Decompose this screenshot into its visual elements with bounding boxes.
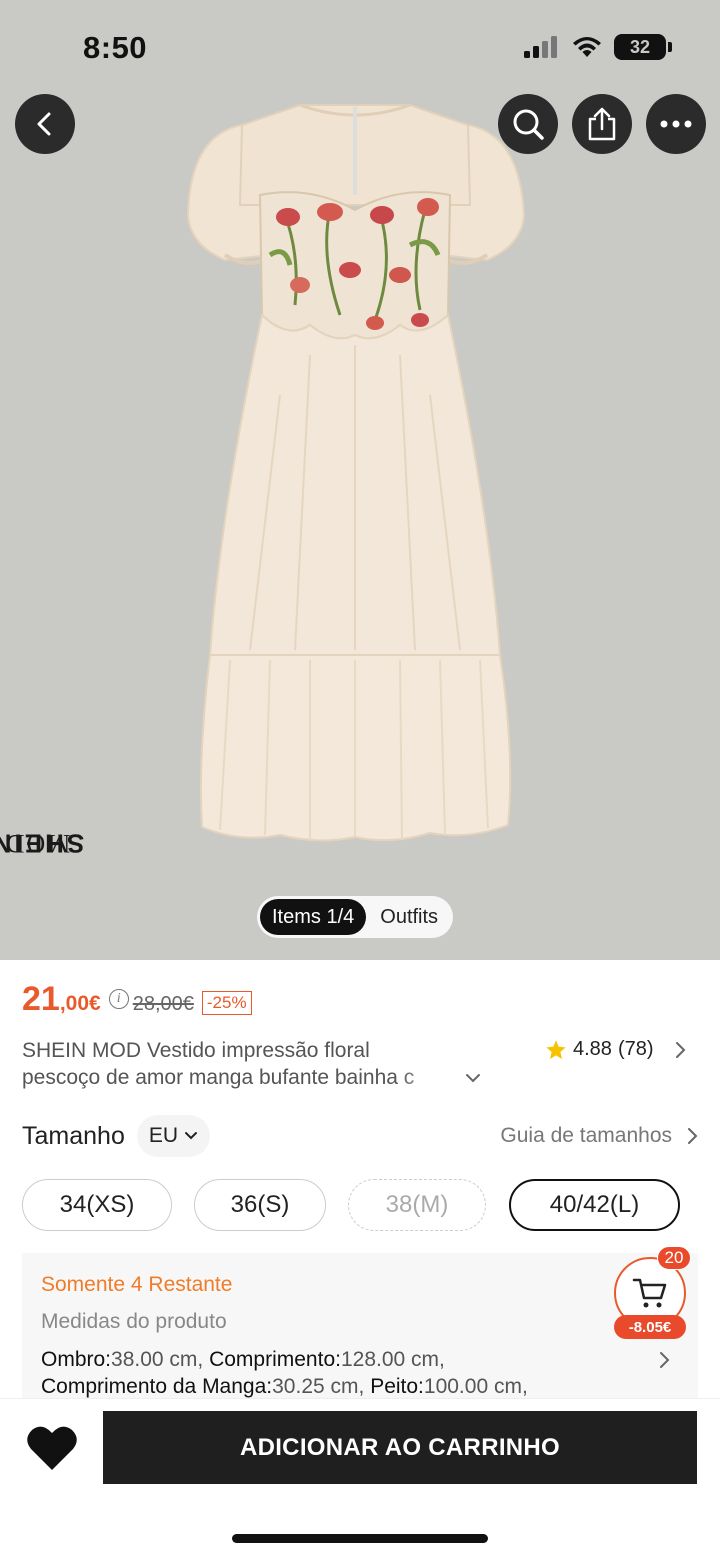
add-to-cart-button[interactable]: ADICIONAR AO CARRINHO (103, 1411, 697, 1484)
chevron-right-icon (660, 1352, 670, 1368)
chevron-right-icon (688, 1128, 698, 1144)
product-title-line1: SHEIN MOD Vestido impressão floral (22, 1039, 370, 1062)
chevron-down-icon[interactable] (464, 1071, 482, 1085)
measures-title: Medidas do produto (41, 1310, 227, 1333)
tab-items[interactable]: Items 1/4 (260, 899, 367, 935)
stock-remaining: Somente 4 Restante (41, 1273, 233, 1296)
dress-product-photo (186, 103, 526, 842)
gallery-mode-toggle: Items 1/4 Outfits (257, 896, 454, 938)
size-region-select[interactable]: EU (136, 1115, 211, 1157)
size-row: Tamanho EU Guia de tamanhos (22, 1115, 698, 1157)
price-current-decimal: ,00€ (59, 992, 101, 1015)
brand-watermark: SHEIN MOD (0, 745, 84, 940)
cart-icon (632, 1278, 667, 1308)
size-option-34xs[interactable]: 34(XS) (22, 1179, 172, 1231)
status-time: 8:50 (83, 30, 148, 65)
home-indicator (232, 1534, 488, 1543)
status-icons: 32 (524, 34, 672, 60)
measures-list: Ombro:38.00 cm, Comprimento:128.00 cm, C… (41, 1346, 621, 1400)
battery-tip (668, 42, 672, 52)
measure-shoulder-label: Ombro: (41, 1348, 112, 1371)
size-guide-link[interactable]: Guia de tamanhos (500, 1124, 698, 1148)
measure-sleeve-label: Comprimento da Manga: (41, 1375, 273, 1398)
size-guide-label: Guia de tamanhos (500, 1124, 672, 1147)
product-title[interactable]: SHEIN MOD Vestido impressão floral pesco… (22, 1037, 492, 1091)
price-row: 21 ,00€ i 28,00€ -25% (22, 980, 252, 1019)
measure-length-value: 128.00 cm, (340, 1348, 445, 1371)
battery-icon: 32 (614, 34, 666, 60)
discount-badge: -25% (201, 991, 252, 1015)
info-icon[interactable]: i (108, 989, 129, 1009)
status-bar: 8:50 32 (0, 0, 720, 90)
share-button[interactable] (572, 94, 632, 154)
back-button[interactable] (15, 94, 75, 154)
measure-chest-value: 100.00 cm, (423, 1375, 528, 1398)
size-option-38m[interactable]: 38(M) (348, 1179, 486, 1231)
measure-sleeve-value: 30.25 cm, (272, 1375, 365, 1398)
product-image-gallery[interactable]: 8:50 32 SHEI MOD Items 1/4 Outfits (0, 0, 720, 960)
wifi-icon (573, 37, 601, 57)
chevron-right-icon (675, 1041, 685, 1058)
more-button[interactable] (646, 94, 706, 154)
battery-level: 32 (629, 36, 651, 57)
back-icon (37, 112, 51, 136)
signal-icon (524, 36, 557, 58)
cart-saving-badge: -8.05€ (614, 1315, 686, 1339)
cart-count-badge: 20 (657, 1246, 691, 1270)
size-options: 34(XS) 36(S) 38(M) 40/42(L) (22, 1179, 698, 1231)
size-region-value: EU (148, 1124, 179, 1147)
product-title-line2: pescoço de amor manga bufante bainha c (22, 1066, 415, 1089)
floating-cart-button[interactable]: 20 -8.05€ (612, 1246, 691, 1342)
more-icon (660, 120, 692, 128)
heart-icon[interactable] (26, 1424, 78, 1472)
tab-outfits[interactable]: Outfits (368, 899, 450, 935)
size-option-40-42l[interactable]: 40/42(L) (509, 1179, 680, 1231)
price-current-integer: 21 (22, 980, 60, 1018)
size-option-36s[interactable]: 36(S) (194, 1179, 326, 1231)
rating-value: 4.88 (573, 1038, 612, 1060)
brand-watermark-mod: MOD (3, 828, 71, 858)
share-icon (588, 107, 616, 141)
measure-shoulder-value: 38.00 cm, (111, 1348, 204, 1371)
rating-count: (78) (617, 1038, 654, 1060)
chevron-down-icon (185, 1132, 198, 1140)
bottom-action-bar: ADICIONAR AO CARRINHO (0, 1398, 720, 1557)
size-label: Tamanho (22, 1121, 125, 1150)
measure-chest-label: Peito: (370, 1375, 424, 1398)
star-icon (546, 1039, 566, 1059)
measure-length-label: Comprimento: (209, 1348, 341, 1371)
price-original: 28,00€ (132, 993, 194, 1015)
stock-measures-panel[interactable]: Somente 4 Restante Medidas do produto Om… (22, 1253, 698, 1403)
rating[interactable]: 4.88 (78) (545, 1038, 686, 1061)
